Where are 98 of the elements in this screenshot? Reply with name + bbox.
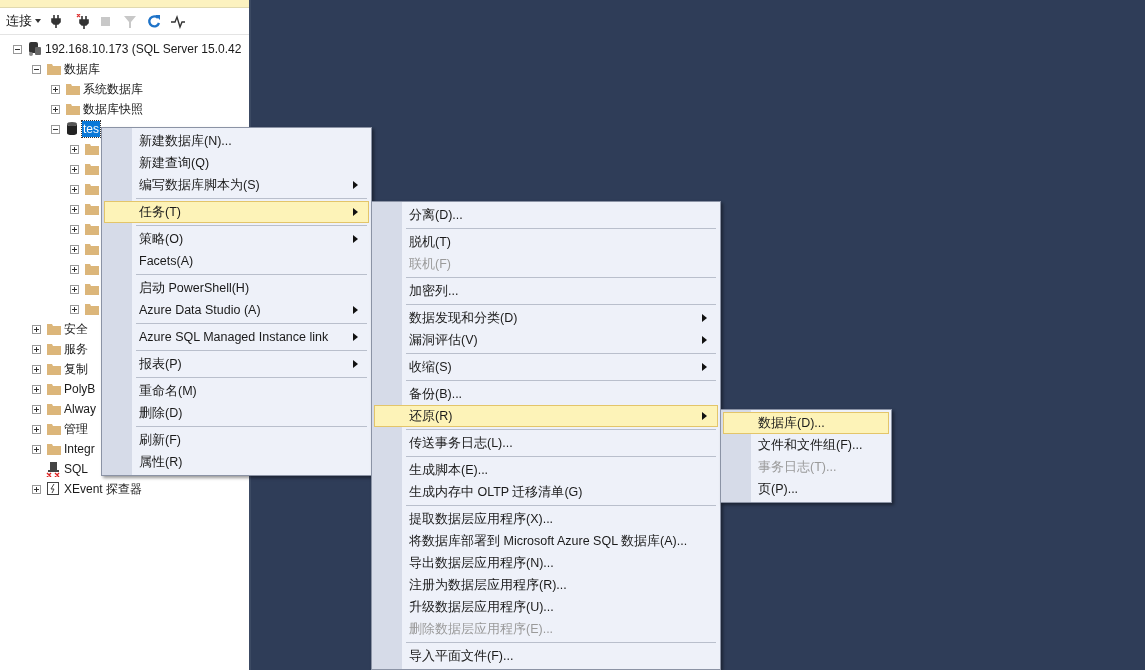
folder-icon <box>83 201 99 217</box>
menu-item[interactable]: 生成脚本(E)... <box>374 459 718 481</box>
menu-item[interactable]: 提取数据层应用程序(X)... <box>374 508 718 530</box>
folder-icon <box>45 321 61 337</box>
database-icon <box>64 121 80 137</box>
menu-item[interactable]: 漏洞评估(V) <box>374 329 718 351</box>
menu-item[interactable]: 还原(R) <box>374 405 718 427</box>
tree-item[interactable]: Alway <box>63 401 97 417</box>
collapse-icon[interactable] <box>50 124 60 134</box>
menu-item[interactable]: Facets(A) <box>104 250 369 272</box>
menu-item[interactable]: 加密列... <box>374 280 718 302</box>
expand-icon[interactable] <box>31 424 41 434</box>
tree-item[interactable]: SQL <box>63 461 89 477</box>
menu-item[interactable]: 收缩(S) <box>374 356 718 378</box>
activity-monitor-icon[interactable] <box>171 13 185 29</box>
folder-icon <box>45 401 61 417</box>
menu-item[interactable]: 页(P)... <box>723 478 889 500</box>
tree-item[interactable]: 数据库快照 <box>82 99 144 119</box>
tree-item[interactable]: 数据库 <box>63 59 101 79</box>
caret-icon <box>35 19 41 23</box>
tree-item[interactable]: 安全 <box>63 319 89 339</box>
folder-icon <box>64 81 80 97</box>
menu-item[interactable]: 生成内存中 OLTP 迁移清单(G) <box>374 481 718 503</box>
folder-icon <box>83 161 99 177</box>
menu-item[interactable]: 报表(P) <box>104 353 369 375</box>
refresh-icon[interactable] <box>147 13 161 29</box>
expand-icon[interactable] <box>31 404 41 414</box>
expand-icon[interactable] <box>31 344 41 354</box>
expand-icon[interactable] <box>50 84 60 94</box>
folder-icon <box>45 341 61 357</box>
expand-icon[interactable] <box>69 284 79 294</box>
agent-with-x-icon <box>45 461 61 477</box>
folder-icon <box>83 181 99 197</box>
folder-icon <box>64 101 80 117</box>
expand-icon[interactable] <box>69 224 79 234</box>
tree-item[interactable]: XEvent 探查器 <box>63 479 144 499</box>
expand-icon[interactable] <box>31 484 41 494</box>
expand-icon[interactable] <box>69 164 79 174</box>
folder-icon <box>83 301 99 317</box>
folder-icon <box>45 61 61 77</box>
expand-icon[interactable] <box>31 444 41 454</box>
document-icon <box>45 481 61 497</box>
menu-item[interactable]: 编写数据库脚本为(S) <box>104 174 369 196</box>
folder-icon <box>83 221 99 237</box>
folder-icon <box>45 421 61 437</box>
folder-icon <box>83 281 99 297</box>
menu-item[interactable]: Azure SQL Managed Instance link <box>104 326 369 348</box>
expand-icon[interactable] <box>69 144 79 154</box>
menu-item[interactable]: 升级数据层应用程序(U)... <box>374 596 718 618</box>
expand-icon[interactable] <box>50 104 60 114</box>
menu-item[interactable]: 刷新(F) <box>104 429 369 451</box>
menu-item[interactable]: 脱机(T) <box>374 231 718 253</box>
tree-item[interactable]: 复制 <box>63 359 89 379</box>
menu-item[interactable]: 删除(D) <box>104 402 369 424</box>
menu-item[interactable]: 新建查询(Q) <box>104 152 369 174</box>
expand-icon[interactable] <box>69 204 79 214</box>
menu-item[interactable]: 备份(B)... <box>374 383 718 405</box>
menu-item[interactable]: 数据库(D)... <box>723 412 889 434</box>
tree-item[interactable]: tes <box>82 121 100 137</box>
connect-dropdown-button[interactable]: 连接 <box>6 12 41 30</box>
expand-icon[interactable] <box>69 184 79 194</box>
tree-item[interactable]: 系统数据库 <box>82 79 144 99</box>
plug-with-x-icon[interactable] <box>75 13 89 29</box>
folder-icon <box>83 241 99 257</box>
expand-icon[interactable] <box>31 364 41 374</box>
expand-icon[interactable] <box>69 244 79 254</box>
folder-icon <box>45 381 61 397</box>
server-icon <box>26 41 42 57</box>
menu-item[interactable]: 传送事务日志(L)... <box>374 432 718 454</box>
tree-item[interactable]: 192.168.10.173 (SQL Server 15.0.42 <box>44 41 243 57</box>
tree-item[interactable]: Integr <box>63 441 96 457</box>
folder-icon <box>83 141 99 157</box>
collapse-icon[interactable] <box>12 44 22 54</box>
menu-item[interactable]: 策略(O) <box>104 228 369 250</box>
menu-item[interactable]: 分离(D)... <box>374 204 718 226</box>
expand-icon[interactable] <box>31 384 41 394</box>
menu-item[interactable]: 文件和文件组(F)... <box>723 434 889 456</box>
tree-item[interactable]: PolyB <box>63 381 97 397</box>
tree-item[interactable]: 管理 <box>63 419 89 439</box>
menu-item[interactable]: 启动 PowerShell(H) <box>104 277 369 299</box>
menu-item[interactable]: 导入平面文件(F)... <box>374 645 718 667</box>
menu-item[interactable]: 属性(R) <box>104 451 369 473</box>
menu-item[interactable]: 导出数据层应用程序(N)... <box>374 552 718 574</box>
expand-icon[interactable] <box>31 324 41 334</box>
menu-item[interactable]: 重命名(M) <box>104 380 369 402</box>
menu-item[interactable]: Azure Data Studio (A) <box>104 299 369 321</box>
menu-item[interactable]: 将数据库部署到 Microsoft Azure SQL 数据库(A)... <box>374 530 718 552</box>
menu-item[interactable]: 新建数据库(N)... <box>104 130 369 152</box>
folder-icon <box>83 261 99 277</box>
folder-icon <box>45 361 61 377</box>
expand-icon[interactable] <box>69 304 79 314</box>
tree-item[interactable]: 服务 <box>63 339 89 359</box>
expand-icon[interactable] <box>69 264 79 274</box>
menu-item[interactable]: 数据发现和分类(D) <box>374 307 718 329</box>
menu-item[interactable]: 注册为数据层应用程序(R)... <box>374 574 718 596</box>
folder-icon <box>45 441 61 457</box>
menu-item[interactable]: 任务(T) <box>104 201 369 223</box>
collapse-icon[interactable] <box>31 64 41 74</box>
